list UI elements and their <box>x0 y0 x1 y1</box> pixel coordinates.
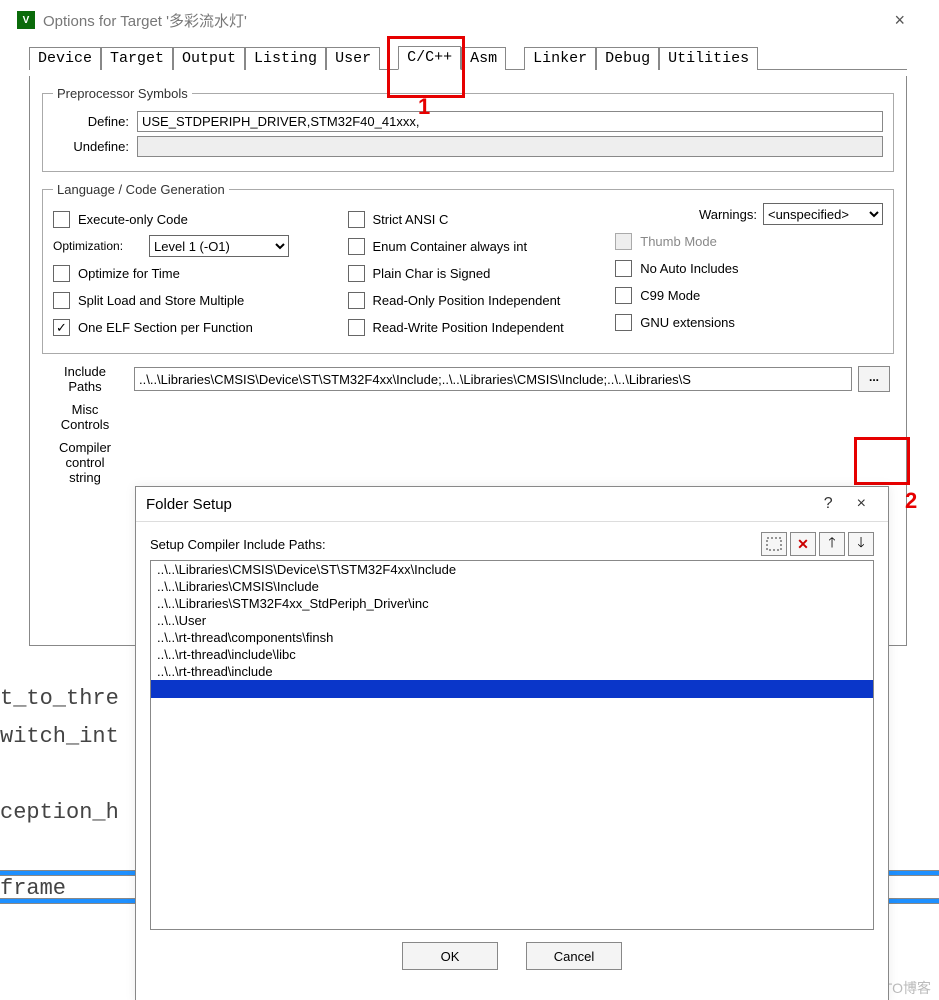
exec-only-label: Execute-only Code <box>78 212 188 227</box>
list-selection[interactable] <box>151 680 873 698</box>
tab-output[interactable]: Output <box>173 47 245 70</box>
tab-listing[interactable]: Listing <box>245 47 326 70</box>
tab-linker[interactable]: Linker <box>524 47 596 70</box>
list-item[interactable]: ..\..\Libraries\STM32F4xx_StdPeriph_Driv… <box>151 595 873 612</box>
define-label: Define: <box>53 114 137 129</box>
folder-setup-titlebar: Folder Setup ? × <box>136 487 888 522</box>
undefine-input[interactable] <box>137 136 883 157</box>
noauto-checkbox[interactable] <box>615 260 632 277</box>
optimization-select[interactable]: Level 1 (-O1) <box>149 235 289 257</box>
tab-asm[interactable]: Asm <box>461 47 506 70</box>
ok-button[interactable]: OK <box>402 942 498 970</box>
noauto-label: No Auto Includes <box>640 261 738 276</box>
language-group: Language / Code Generation Execute-only … <box>42 182 894 354</box>
app-icon: V <box>17 11 35 29</box>
split-checkbox[interactable] <box>53 292 70 309</box>
list-item[interactable]: ..\..\Libraries\CMSIS\Device\ST\STM32F4x… <box>151 561 873 578</box>
ro-label: Read-Only Position Independent <box>373 293 561 308</box>
tab-debug[interactable]: Debug <box>596 47 659 70</box>
folder-setup-dialog: Folder Setup ? × Setup Compiler Include … <box>135 486 889 1000</box>
strict-label: Strict ANSI C <box>373 212 449 227</box>
opt-time-label: Optimize for Time <box>78 266 180 281</box>
include-paths-browse-button[interactable]: ... <box>858 366 890 392</box>
move-down-icon[interactable]: 🡓 <box>848 532 874 556</box>
preprocessor-group: Preprocessor Symbols Define: Undefine: <box>42 86 894 172</box>
rw-label: Read-Write Position Independent <box>373 320 564 335</box>
folder-setup-header: Setup Compiler Include Paths: <box>150 537 758 552</box>
close-icon[interactable]: × <box>845 491 878 517</box>
undefine-label: Undefine: <box>53 139 137 154</box>
thumb-checkbox <box>615 233 632 250</box>
list-item[interactable]: ..\..\Libraries\CMSIS\Include <box>151 578 873 595</box>
list-item[interactable]: ..\..\rt-thread\include\libc <box>151 646 873 663</box>
close-icon[interactable]: × <box>880 8 919 33</box>
strict-checkbox[interactable] <box>348 211 365 228</box>
list-item[interactable]: ..\..\rt-thread\components\finsh <box>151 629 873 646</box>
compiler-control-string-label: Compiler control string <box>42 440 128 485</box>
preprocessor-legend: Preprocessor Symbols <box>53 86 192 101</box>
list-item[interactable]: ..\..\User <box>151 612 873 629</box>
optimization-label: Optimization: <box>53 239 149 253</box>
language-legend: Language / Code Generation <box>53 182 229 197</box>
split-label: Split Load and Store Multiple <box>78 293 244 308</box>
one-elf-label: One ELF Section per Function <box>78 320 253 335</box>
one-elf-checkbox[interactable] <box>53 319 70 336</box>
include-paths-list[interactable]: ..\..\Libraries\CMSIS\Device\ST\STM32F4x… <box>150 560 874 930</box>
editor-background-text: t_to_thre witch_int ception_h frame t fi… <box>0 680 132 1000</box>
gnu-label: GNU extensions <box>640 315 735 330</box>
enum-label: Enum Container always int <box>373 239 528 254</box>
warnings-label: Warnings: <box>699 207 757 222</box>
tabbar: Device Target Output Listing User C/C++ … <box>29 45 907 70</box>
ro-checkbox[interactable] <box>348 292 365 309</box>
list-item[interactable]: ..\..\rt-thread\include <box>151 663 873 680</box>
warnings-select[interactable]: <unspecified> <box>763 203 883 225</box>
include-paths-input[interactable] <box>134 367 852 391</box>
thumb-label: Thumb Mode <box>640 234 717 249</box>
help-button[interactable]: ? <box>812 491 845 517</box>
enum-checkbox[interactable] <box>348 238 365 255</box>
move-up-icon[interactable]: 🡑 <box>819 532 845 556</box>
cancel-button[interactable]: Cancel <box>526 942 622 970</box>
tab-user[interactable]: User <box>326 47 380 70</box>
rw-checkbox[interactable] <box>348 319 365 336</box>
tab-target[interactable]: Target <box>101 47 173 70</box>
exec-only-checkbox[interactable] <box>53 211 70 228</box>
folder-setup-title: Folder Setup <box>146 496 232 513</box>
gnu-checkbox[interactable] <box>615 314 632 331</box>
c99-checkbox[interactable] <box>615 287 632 304</box>
delete-item-icon[interactable]: ✕ <box>790 532 816 556</box>
include-paths-label: Include Paths <box>42 364 128 394</box>
opt-time-checkbox[interactable] <box>53 265 70 282</box>
plain-label: Plain Char is Signed <box>373 266 491 281</box>
plain-checkbox[interactable] <box>348 265 365 282</box>
titlebar: V Options for Target '多彩流水灯' × <box>11 5 925 35</box>
tab-device[interactable]: Device <box>29 47 101 70</box>
tab-c-cpp[interactable]: C/C++ <box>398 46 461 70</box>
define-input[interactable] <box>137 111 883 132</box>
c99-label: C99 Mode <box>640 288 700 303</box>
misc-controls-label: Misc Controls <box>42 402 128 432</box>
new-item-icon[interactable] <box>761 532 787 556</box>
tab-utilities[interactable]: Utilities <box>659 47 758 70</box>
window-title: Options for Target '多彩流水灯' <box>43 10 247 31</box>
